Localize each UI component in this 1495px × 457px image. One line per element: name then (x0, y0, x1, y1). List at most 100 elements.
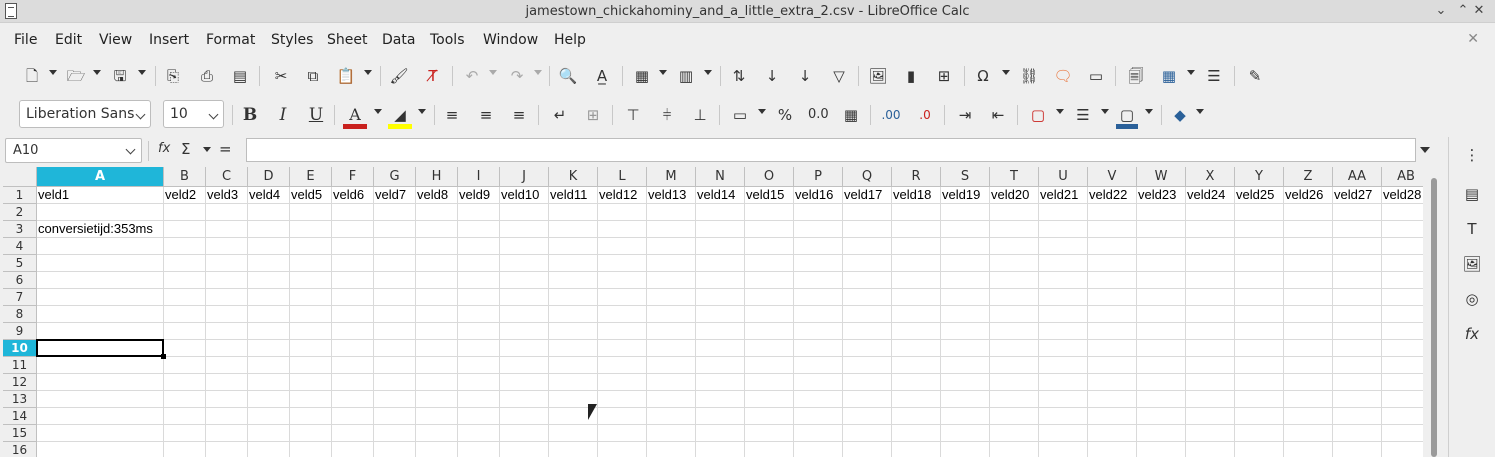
cell[interactable] (458, 391, 500, 408)
cell[interactable] (374, 204, 416, 221)
italic-icon[interactable]: I (273, 104, 293, 126)
cell[interactable]: veld20 (990, 187, 1039, 204)
cell[interactable] (1186, 221, 1235, 238)
cell[interactable] (941, 391, 990, 408)
cell[interactable] (248, 340, 290, 357)
cell[interactable] (843, 306, 892, 323)
cell[interactable] (206, 391, 248, 408)
row-header[interactable]: 8 (3, 306, 37, 323)
cell[interactable] (1333, 425, 1382, 442)
column-header[interactable]: C (206, 167, 248, 187)
cell[interactable] (696, 238, 745, 255)
cell[interactable] (696, 408, 745, 425)
cell[interactable] (500, 272, 549, 289)
cell[interactable]: veld22 (1088, 187, 1137, 204)
cell[interactable]: veld5 (290, 187, 332, 204)
cell[interactable] (248, 289, 290, 306)
cell[interactable] (500, 442, 549, 457)
find-replace-icon[interactable]: 🔍 (558, 65, 578, 87)
cell[interactable] (843, 204, 892, 221)
column-header[interactable]: G (374, 167, 416, 187)
cell[interactable] (500, 391, 549, 408)
row-header[interactable]: 3 (3, 221, 37, 238)
cell[interactable] (549, 289, 598, 306)
cell[interactable] (290, 306, 332, 323)
cell[interactable] (1284, 442, 1333, 457)
image-icon[interactable]: 🖼 (868, 65, 888, 87)
cell[interactable] (745, 323, 794, 340)
cell[interactable] (1235, 374, 1284, 391)
cell[interactable] (1137, 221, 1186, 238)
cell[interactable] (696, 289, 745, 306)
cell[interactable] (1039, 357, 1088, 374)
column-header[interactable]: D (248, 167, 290, 187)
cell[interactable] (164, 408, 206, 425)
cell[interactable] (1088, 425, 1137, 442)
cell[interactable] (416, 357, 458, 374)
cell[interactable] (1137, 323, 1186, 340)
cell[interactable] (164, 306, 206, 323)
cell[interactable] (794, 238, 843, 255)
cell[interactable] (892, 289, 941, 306)
cell[interactable] (1333, 374, 1382, 391)
cell[interactable] (794, 408, 843, 425)
row-header[interactable]: 5 (3, 255, 37, 272)
cell[interactable] (843, 357, 892, 374)
cell[interactable] (248, 408, 290, 425)
cell[interactable] (500, 255, 549, 272)
cell[interactable] (206, 408, 248, 425)
borders-icon[interactable]: ▢ (1028, 104, 1048, 126)
cell[interactable] (164, 221, 206, 238)
cell[interactable] (37, 323, 164, 340)
cell[interactable] (598, 391, 647, 408)
cell[interactable] (1039, 306, 1088, 323)
currency-dropdown-icon[interactable] (758, 109, 766, 114)
cell[interactable] (745, 425, 794, 442)
cell[interactable] (843, 374, 892, 391)
cell[interactable] (990, 425, 1039, 442)
cell[interactable] (290, 204, 332, 221)
paste-dropdown-icon[interactable] (364, 70, 372, 75)
redo-icon[interactable]: ↷ (507, 65, 527, 87)
column-header[interactable]: L (598, 167, 647, 187)
cell[interactable] (1333, 289, 1382, 306)
cell[interactable] (1088, 204, 1137, 221)
cell[interactable] (696, 357, 745, 374)
cell[interactable] (941, 425, 990, 442)
cell[interactable]: veld14 (696, 187, 745, 204)
cell[interactable] (794, 340, 843, 357)
cell[interactable] (374, 425, 416, 442)
cell[interactable] (1186, 272, 1235, 289)
column-header[interactable]: K (549, 167, 598, 187)
cell[interactable] (941, 204, 990, 221)
cell[interactable] (941, 255, 990, 272)
cell[interactable] (332, 323, 374, 340)
cell[interactable] (1235, 204, 1284, 221)
cell[interactable] (1137, 238, 1186, 255)
cell[interactable] (1333, 357, 1382, 374)
cell[interactable] (332, 306, 374, 323)
date-format-icon[interactable]: ▦ (841, 104, 861, 126)
cell[interactable] (164, 204, 206, 221)
cell[interactable]: veld9 (458, 187, 500, 204)
cell[interactable] (332, 442, 374, 457)
cell[interactable] (892, 340, 941, 357)
cell[interactable] (549, 340, 598, 357)
cell[interactable] (500, 408, 549, 425)
cell[interactable] (374, 289, 416, 306)
cell[interactable] (598, 442, 647, 457)
cell[interactable] (1382, 340, 1423, 357)
cell[interactable] (290, 272, 332, 289)
cell[interactable] (374, 272, 416, 289)
cell[interactable] (598, 408, 647, 425)
cell[interactable] (647, 272, 696, 289)
cell[interactable] (892, 204, 941, 221)
align-right-icon[interactable]: ≡ (509, 104, 529, 126)
open-dropdown-icon[interactable] (93, 70, 101, 75)
cell[interactable] (1235, 272, 1284, 289)
font-color-dropdown-icon[interactable] (374, 109, 382, 114)
cell[interactable] (458, 357, 500, 374)
formula-input[interactable] (246, 138, 1416, 162)
cell[interactable] (1186, 357, 1235, 374)
cell[interactable] (794, 425, 843, 442)
